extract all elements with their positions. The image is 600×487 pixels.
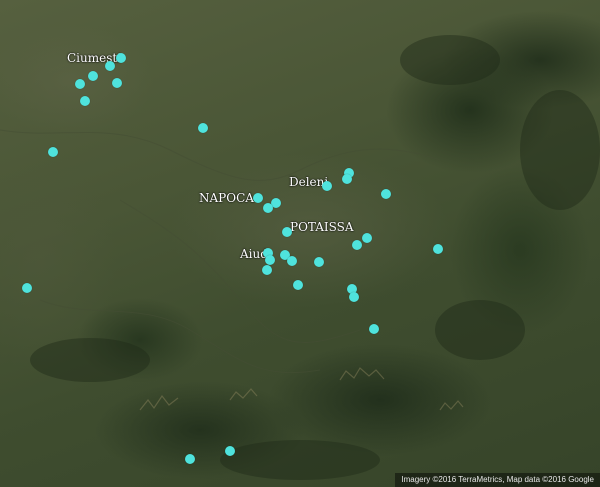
site-marker[interactable] — [433, 244, 443, 254]
site-marker[interactable] — [381, 189, 391, 199]
site-marker[interactable] — [265, 255, 275, 265]
site-marker[interactable] — [263, 203, 273, 213]
site-marker[interactable] — [282, 227, 292, 237]
site-marker[interactable] — [225, 446, 235, 456]
place-label-potaissa: POTAISSA — [290, 220, 354, 234]
site-marker[interactable] — [287, 256, 297, 266]
site-marker[interactable] — [198, 123, 208, 133]
map-attribution: Imagery ©2016 TerraMetrics, Map data ©20… — [395, 473, 600, 487]
site-marker[interactable] — [116, 53, 126, 63]
site-marker[interactable] — [22, 283, 32, 293]
site-marker[interactable] — [293, 280, 303, 290]
site-marker[interactable] — [105, 61, 115, 71]
site-marker[interactable] — [362, 233, 372, 243]
site-marker[interactable] — [253, 193, 263, 203]
site-marker[interactable] — [80, 96, 90, 106]
site-marker[interactable] — [262, 265, 272, 275]
site-marker[interactable] — [185, 454, 195, 464]
site-marker[interactable] — [322, 181, 332, 191]
site-marker[interactable] — [112, 78, 122, 88]
site-marker[interactable] — [75, 79, 85, 89]
satellite-map[interactable]: Ciumesti NAPOCA Deleni POTAISSA Aiud Ima… — [0, 0, 600, 487]
site-marker[interactable] — [369, 324, 379, 334]
site-marker[interactable] — [48, 147, 58, 157]
site-marker[interactable] — [314, 257, 324, 267]
site-marker[interactable] — [352, 240, 362, 250]
site-marker[interactable] — [342, 174, 352, 184]
site-marker[interactable] — [349, 292, 359, 302]
place-label-napoca: NAPOCA — [199, 191, 254, 205]
site-marker[interactable] — [88, 71, 98, 81]
